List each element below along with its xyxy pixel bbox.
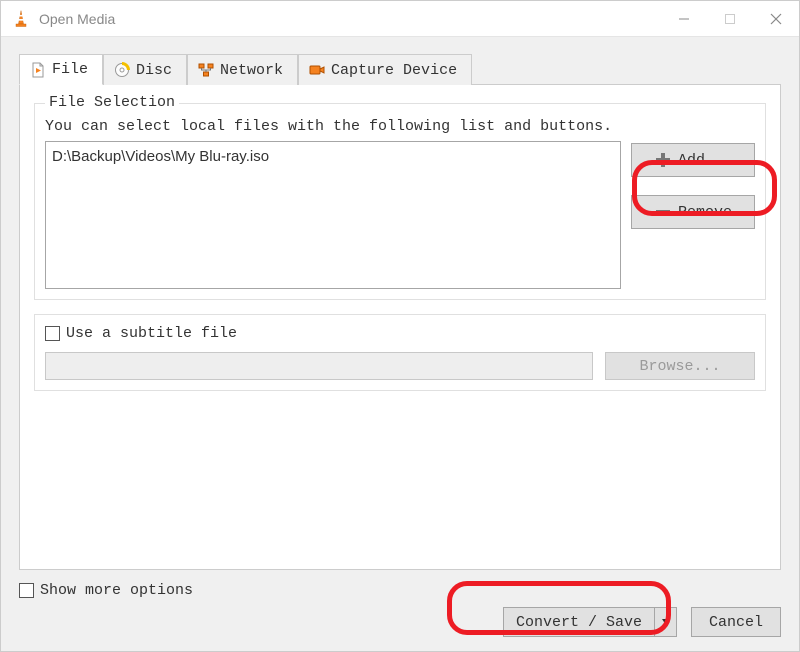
- capture-icon: [309, 62, 325, 78]
- network-icon: [198, 62, 214, 78]
- tab-disc-label: Disc: [136, 62, 172, 79]
- convert-save-dropdown[interactable]: [655, 607, 677, 637]
- subtitle-label: Use a subtitle file: [66, 325, 237, 342]
- cancel-label: Cancel: [709, 614, 763, 631]
- tab-disc[interactable]: Disc: [103, 54, 187, 85]
- file-selection-group: File Selection You can select local file…: [34, 103, 766, 300]
- disc-icon: [114, 62, 130, 78]
- convert-save-button[interactable]: Convert / Save: [503, 607, 655, 637]
- minimize-button[interactable]: [661, 1, 707, 37]
- show-more-checkbox[interactable]: [19, 583, 34, 598]
- tab-panel-file: File Selection You can select local file…: [19, 84, 781, 570]
- open-media-window: Open Media File Disc: [0, 0, 800, 652]
- tab-capture-label: Capture Device: [331, 62, 457, 79]
- browse-button-label: Browse...: [639, 358, 720, 375]
- add-button[interactable]: Add...: [631, 143, 755, 177]
- tab-file[interactable]: File: [19, 54, 103, 85]
- subtitle-path-input: [45, 352, 593, 380]
- content-area: File Disc Network Capture Device: [1, 37, 799, 578]
- file-selection-legend: File Selection: [45, 94, 179, 111]
- footer: Show more options Convert / Save Cancel: [1, 578, 799, 651]
- tab-row: File Disc Network Capture Device: [19, 53, 781, 84]
- vlc-cone-icon: [11, 9, 31, 29]
- file-selection-instruction: You can select local files with the foll…: [45, 118, 755, 135]
- chevron-down-icon: [662, 614, 670, 630]
- window-title: Open Media: [39, 11, 115, 27]
- convert-save-label: Convert / Save: [516, 614, 642, 631]
- tab-capture[interactable]: Capture Device: [298, 54, 472, 85]
- show-more-label: Show more options: [40, 582, 193, 599]
- minus-icon: [654, 203, 672, 221]
- subtitle-group: Use a subtitle file Browse...: [34, 314, 766, 391]
- remove-button[interactable]: Remove: [631, 195, 755, 229]
- cancel-button[interactable]: Cancel: [691, 607, 781, 637]
- tab-network[interactable]: Network: [187, 54, 298, 85]
- file-list-item[interactable]: D:\Backup\Videos\My Blu-ray.iso: [52, 146, 614, 167]
- remove-button-label: Remove: [678, 204, 732, 221]
- file-list[interactable]: D:\Backup\Videos\My Blu-ray.iso: [45, 141, 621, 289]
- close-button[interactable]: [753, 1, 799, 37]
- file-icon: [30, 62, 46, 78]
- tab-file-label: File: [52, 61, 88, 78]
- titlebar: Open Media: [1, 1, 799, 37]
- plus-icon: [654, 151, 672, 169]
- tab-network-label: Network: [220, 62, 283, 79]
- maximize-button[interactable]: [707, 1, 753, 37]
- subtitle-checkbox[interactable]: [45, 326, 60, 341]
- browse-button: Browse...: [605, 352, 755, 380]
- add-button-label: Add...: [678, 152, 732, 169]
